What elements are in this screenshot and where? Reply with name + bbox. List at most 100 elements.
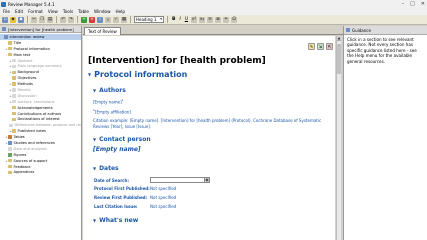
outline-tree: Intervention review Title + Protocol inform… <box>0 33 81 175</box>
outline-item-label: Studies and references <box>13 140 55 145</box>
section-icon <box>12 88 16 92</box>
maximize-button[interactable]: □ <box>410 1 415 7</box>
author-affiliation[interactable]: 1[Empty affiliation] <box>93 108 131 114</box>
collapse-triangle-icon[interactable]: ▼ <box>93 88 96 93</box>
chevron-down-icon: ▾ <box>160 17 162 21</box>
menu-window[interactable]: Window <box>94 9 111 14</box>
toolbar-separator <box>56 16 57 23</box>
subscript-icon[interactable]: x₂ <box>199 16 206 23</box>
close-button[interactable]: ✕ <box>421 1 425 7</box>
outline-item-label: Published notes <box>17 129 46 134</box>
redo-icon[interactable]: ↷ <box>68 16 74 23</box>
edit-icon[interactable]: ✎ <box>308 43 315 50</box>
protocol-heading[interactable]: ▼ Protocol information <box>88 70 187 79</box>
menu-format[interactable]: Format <box>28 9 43 14</box>
date-row: Last Citation Issue: Not specified <box>94 204 176 209</box>
toolbar-separator <box>130 16 131 23</box>
window-title: Review Manager 5.4.1 <box>8 1 55 7</box>
expand-icon[interactable]: ⇲ <box>317 43 324 50</box>
section-icon <box>12 129 16 133</box>
menu-tools[interactable]: Tools <box>63 9 73 14</box>
guidance-pane: Guidance Click in a section to see relev… <box>343 26 427 240</box>
outline-item-label: Plain language summary <box>17 64 63 69</box>
cut-icon[interactable]: ✂ <box>31 16 37 23</box>
italic-button[interactable]: I <box>178 17 181 22</box>
outline-pane: [Intervention] for [health problem] Inte… <box>0 26 82 240</box>
table-icon[interactable]: ▦ <box>121 16 127 23</box>
date-label: Review First Published: <box>94 195 148 200</box>
open-icon[interactable]: ▪ <box>10 16 16 23</box>
bold-button[interactable]: B <box>171 17 176 22</box>
section-icon <box>12 82 16 86</box>
section-icon <box>8 52 12 57</box>
author-name[interactable]: [Empty name]1 <box>93 98 124 104</box>
collapse-triangle-icon[interactable]: ▼ <box>93 166 96 171</box>
document-scrollbar[interactable]: ▲ <box>336 36 341 240</box>
document-editor[interactable]: ✎ ⇲ ⇱ [Intervention] for [health problem… <box>83 36 335 240</box>
menu-edit[interactable]: Edit <box>15 9 23 14</box>
new-icon[interactable]: ▫ <box>2 16 8 23</box>
collapse-icon[interactable]: ⇱ <box>326 43 333 50</box>
add-icon[interactable]: + <box>81 16 87 23</box>
tab-text-of-review[interactable]: Text of Review <box>84 27 121 35</box>
whats-new-heading-label: What's new <box>99 217 139 224</box>
collapse-triangle-icon[interactable]: ▼ <box>93 218 96 223</box>
section-icon <box>12 117 16 122</box>
bullet-list-icon[interactable]: ≡ <box>207 16 214 23</box>
guidance-icon <box>346 28 350 32</box>
outline-item-label: Results <box>17 87 31 92</box>
toolbar: ▫ ▪ ▪ ✂ ❐ ▤ ↶ ↷ + × i ⌕ ✓ ▦ Heading 1 ▾ … <box>0 15 427 25</box>
contact-name[interactable]: [Empty name] <box>93 146 141 153</box>
paragraph-style-select[interactable]: Heading 1 ▾ <box>134 16 164 23</box>
minimize-button[interactable]: – <box>402 1 405 7</box>
contact-heading[interactable]: ▼ Contact person <box>93 136 151 143</box>
copy-icon[interactable]: ❐ <box>39 16 45 23</box>
menu-help[interactable]: Help <box>116 9 126 14</box>
authors-heading[interactable]: ▼ Authors <box>93 87 126 94</box>
outline-item-label: Title <box>13 40 22 45</box>
outline-item-label: Main text <box>13 52 31 57</box>
scroll-thumb[interactable] <box>337 44 341 74</box>
outline-item-label: Data and analyses <box>13 146 47 151</box>
delete-icon[interactable]: × <box>89 16 95 23</box>
toolbar-separator <box>167 16 168 23</box>
outline-item-label: Authors' conclusions <box>17 99 55 104</box>
superscript-icon[interactable]: x² <box>191 16 198 23</box>
date-label: Protocol First Published: <box>94 186 150 191</box>
symbol-icon[interactable]: Ω <box>231 16 238 23</box>
whats-new-heading[interactable]: ▼ What's new <box>93 217 138 224</box>
menu-file[interactable]: File <box>3 9 10 14</box>
menu-table[interactable]: Table <box>78 9 89 14</box>
underline-button[interactable]: U <box>184 17 189 22</box>
find-icon[interactable]: ⌕ <box>105 16 111 23</box>
date-of-search-input[interactable]: ▦ <box>150 177 210 183</box>
date-value: Not specified <box>150 195 177 200</box>
section-icon <box>12 64 16 69</box>
calendar-icon[interactable]: ▦ <box>204 177 210 183</box>
save-icon[interactable]: ▪ <box>18 16 24 23</box>
paste-icon[interactable]: ▤ <box>47 16 53 23</box>
section-icon <box>12 111 16 116</box>
paragraph-style-value: Heading 1 <box>136 17 157 22</box>
window-controls: – □ ✕ <box>402 1 425 7</box>
outline-item[interactable]: Appendices <box>0 169 81 175</box>
spellcheck-icon[interactable]: ✓ <box>113 16 119 23</box>
outline-item-label: Background <box>17 70 39 75</box>
numbered-list-icon[interactable]: ≣ <box>215 16 222 23</box>
section-icon <box>8 135 12 139</box>
scroll-up-icon[interactable]: ▲ <box>337 36 341 41</box>
collapse-triangle-icon[interactable]: ▼ <box>88 72 91 77</box>
author-name-text: [Empty name] <box>93 99 122 105</box>
dates-heading[interactable]: ▼ Dates <box>93 165 119 172</box>
collapse-triangle-icon[interactable]: ▼ <box>93 137 96 142</box>
menu-view[interactable]: View <box>48 9 58 14</box>
outline-item-label: Abstract <box>17 58 33 63</box>
undo-icon[interactable]: ↶ <box>60 16 66 23</box>
review-title[interactable]: [Intervention] for [health problem] <box>88 56 266 66</box>
properties-icon[interactable]: i <box>97 16 103 23</box>
link-icon[interactable]: ⚭ <box>223 16 230 23</box>
section-icon <box>12 76 16 80</box>
section-icon <box>8 153 12 157</box>
section-icon <box>8 147 12 151</box>
title-bar: Review Manager 5.4.1 – □ ✕ <box>0 0 427 8</box>
